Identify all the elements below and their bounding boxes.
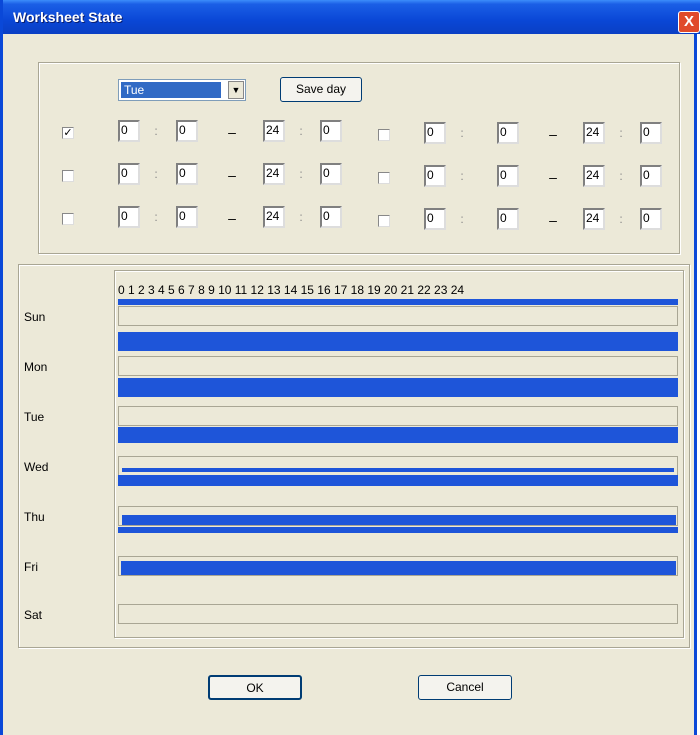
end-minute-field[interactable]: 0 bbox=[640, 122, 662, 144]
title-bar[interactable]: Worksheet State bbox=[3, 0, 700, 34]
period-enable-checkbox[interactable] bbox=[62, 170, 74, 182]
time-colon: : bbox=[619, 212, 623, 226]
start-hour-field[interactable]: 0 bbox=[424, 165, 446, 187]
save-day-button[interactable]: Save day bbox=[280, 77, 362, 102]
schedule-bar bbox=[118, 299, 678, 305]
start-minute-field[interactable]: 0 bbox=[176, 163, 198, 185]
time-colon: : bbox=[460, 212, 464, 226]
range-dash: – bbox=[549, 212, 557, 228]
schedule-bar bbox=[122, 468, 674, 472]
day-track-mon[interactable] bbox=[118, 356, 678, 376]
close-button[interactable]: X bbox=[678, 11, 700, 33]
time-colon: : bbox=[460, 169, 464, 183]
checkmark-icon: ✓ bbox=[63, 127, 73, 139]
start-hour-field[interactable]: 0 bbox=[424, 122, 446, 144]
schedule-bar bbox=[118, 332, 678, 351]
schedule-bar bbox=[118, 378, 678, 397]
schedule-bar bbox=[122, 515, 676, 525]
day-label-tue: Tue bbox=[24, 410, 45, 424]
end-hour-field[interactable]: 24 bbox=[583, 122, 605, 144]
schedule-bar bbox=[118, 475, 678, 486]
time-colon: : bbox=[299, 210, 303, 224]
range-dash: – bbox=[228, 210, 236, 226]
time-colon: : bbox=[154, 210, 158, 224]
time-colon: : bbox=[154, 124, 158, 138]
start-hour-field[interactable]: 0 bbox=[118, 163, 140, 185]
start-hour-field[interactable]: 0 bbox=[118, 206, 140, 228]
period-enable-checkbox[interactable] bbox=[378, 215, 390, 227]
period-enable-checkbox[interactable] bbox=[378, 129, 390, 141]
schedule-bar bbox=[118, 527, 678, 533]
day-label-thu: Thu bbox=[24, 510, 45, 524]
day-track-sat[interactable] bbox=[118, 604, 678, 624]
day-dropdown[interactable]: Tue ▼ bbox=[118, 79, 246, 101]
range-dash: – bbox=[549, 169, 557, 185]
start-hour-field[interactable]: 0 bbox=[118, 120, 140, 142]
cancel-button[interactable]: Cancel bbox=[418, 675, 512, 700]
day-dropdown-value: Tue bbox=[121, 82, 221, 98]
end-hour-field[interactable]: 24 bbox=[583, 165, 605, 187]
time-colon: : bbox=[460, 126, 464, 140]
window-title: Worksheet State bbox=[13, 9, 123, 25]
day-label-mon: Mon bbox=[24, 360, 48, 374]
schedule-bar bbox=[118, 427, 678, 443]
end-hour-field[interactable]: 24 bbox=[263, 206, 285, 228]
day-track-sun[interactable] bbox=[118, 306, 678, 326]
range-dash: – bbox=[228, 167, 236, 183]
time-colon: : bbox=[619, 126, 623, 140]
day-track-wed[interactable] bbox=[118, 456, 678, 476]
end-hour-field[interactable]: 24 bbox=[583, 208, 605, 230]
time-colon: : bbox=[299, 167, 303, 181]
day-track-tue[interactable] bbox=[118, 406, 678, 426]
end-minute-field[interactable]: 0 bbox=[320, 120, 342, 142]
schedule-bar bbox=[121, 561, 676, 575]
chevron-down-icon[interactable]: ▼ bbox=[228, 81, 244, 99]
end-minute-field[interactable]: 0 bbox=[320, 206, 342, 228]
day-label-wed: Wed bbox=[24, 460, 49, 474]
time-colon: : bbox=[619, 169, 623, 183]
end-hour-field[interactable]: 24 bbox=[263, 120, 285, 142]
time-colon: : bbox=[154, 167, 158, 181]
range-dash: – bbox=[549, 126, 557, 142]
period-enable-checkbox[interactable]: ✓ bbox=[62, 127, 74, 139]
day-label-fri: Fri bbox=[24, 560, 38, 574]
start-minute-field[interactable]: 0 bbox=[176, 206, 198, 228]
start-minute-field[interactable]: 0 bbox=[176, 120, 198, 142]
range-dash: – bbox=[228, 124, 236, 140]
end-minute-field[interactable]: 0 bbox=[640, 165, 662, 187]
day-label-sat: Sat bbox=[24, 608, 43, 622]
period-enable-checkbox[interactable] bbox=[378, 172, 390, 184]
day-label-sun: Sun bbox=[24, 310, 46, 324]
start-minute-field[interactable]: 0 bbox=[497, 165, 519, 187]
end-hour-field[interactable]: 24 bbox=[263, 163, 285, 185]
start-minute-field[interactable]: 0 bbox=[497, 208, 519, 230]
time-colon: : bbox=[299, 124, 303, 138]
end-minute-field[interactable]: 0 bbox=[320, 163, 342, 185]
ok-button[interactable]: OK bbox=[208, 675, 302, 700]
period-enable-checkbox[interactable] bbox=[62, 213, 74, 225]
start-hour-field[interactable]: 0 bbox=[424, 208, 446, 230]
end-minute-field[interactable]: 0 bbox=[640, 208, 662, 230]
hours-scale: 0 1 2 3 4 5 6 7 8 9 10 11 12 13 14 15 16… bbox=[118, 283, 465, 297]
start-minute-field[interactable]: 0 bbox=[497, 122, 519, 144]
